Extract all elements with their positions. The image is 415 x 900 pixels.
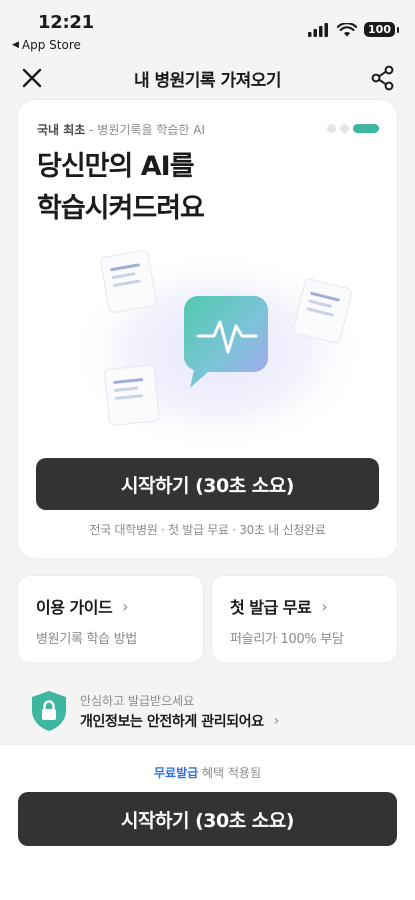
guide-title-text: 첫 발급 무료: [230, 598, 312, 617]
guide-title: 이용 가이드 ›: [36, 594, 129, 618]
privacy-title-text: 개인정보는 안전하게 관리되어요: [80, 714, 264, 730]
document-icon: [100, 249, 157, 313]
top-nav-bar: 내 병원기록 가져오기: [0, 56, 415, 100]
headline-line-2: 학습시켜드려요: [37, 193, 205, 224]
battery-indicator: 100: [364, 22, 399, 37]
share-icon[interactable]: [369, 64, 397, 92]
benefit-highlight: 무료발급: [153, 766, 199, 780]
benefit-text: 혜택 적용됨: [198, 766, 261, 780]
back-to-app-store[interactable]: ◀ App Store: [12, 38, 81, 52]
guide-card-free[interactable]: 첫 발급 무료 › 퍼슬리가 100% 부담: [212, 576, 397, 662]
shield-lock-icon: [32, 691, 66, 731]
pager-dot[interactable]: [340, 124, 349, 133]
card-subnote: 전국 대학병원 · 첫 발급 무료 · 30초 내 신청완료: [89, 523, 326, 537]
wifi-icon: [337, 22, 358, 36]
eyebrow-badge: 국내 최초: [37, 123, 86, 137]
back-triangle-icon: ◀: [12, 40, 19, 50]
promo-card: 국내 최초 - 병원기록을 학습한 AI 당신만의 AI를 학습시켜드려요 시작…: [18, 100, 397, 558]
start-button[interactable]: 시작하기 (30초 소요): [36, 458, 379, 510]
privacy-title: 개인정보는 안전하게 관리되어요 ›: [80, 711, 279, 731]
bottom-cta-bar: 무료발급 혜택 적용됨 시작하기 (30초 소요): [0, 744, 415, 900]
privacy-caption: 안심하고 발급받으세요: [80, 694, 195, 708]
carousel-pager[interactable]: [327, 124, 379, 133]
start-button-bottom[interactable]: 시작하기 (30초 소요): [18, 792, 397, 846]
clock: 12:21: [38, 12, 94, 33]
benefit-note: 무료발급 혜택 적용됨: [0, 764, 415, 781]
chevron-right-icon: ›: [273, 713, 280, 729]
status-bar: 12:21 ◀ App Store 100: [0, 0, 415, 56]
hero-illustration: [68, 246, 368, 450]
guide-title: 첫 발급 무료 ›: [230, 594, 328, 618]
guide-subtitle: 병원기록 학습 방법: [36, 632, 137, 647]
back-app-label: App Store: [21, 38, 81, 52]
guide-card-usage[interactable]: 이용 가이드 › 병원기록 학습 방법: [18, 576, 203, 662]
cellular-signal-icon: [308, 22, 329, 37]
guide-subtitle: 퍼슬리가 100% 부담: [230, 632, 344, 647]
card-eyebrow: 국내 최초 - 병원기록을 학습한 AI: [37, 121, 205, 138]
eyebrow-text: - 병원기록을 학습한 AI: [85, 123, 206, 137]
page-title: 내 병원기록 가져오기: [133, 71, 282, 91]
document-icon: [103, 364, 160, 426]
card-headline: 당신만의 AI를 학습시켜드려요: [37, 146, 205, 230]
pager-dot[interactable]: [327, 124, 336, 133]
pager-dot-active[interactable]: [353, 124, 379, 133]
system-icons: 100: [308, 22, 399, 37]
chevron-right-icon: ›: [122, 596, 129, 616]
guide-title-text: 이용 가이드: [36, 598, 113, 617]
chevron-right-icon: ›: [321, 596, 328, 616]
privacy-notice[interactable]: 안심하고 발급받으세요 개인정보는 안전하게 관리되어요 ›: [30, 688, 390, 736]
headline-line-1: 당신만의 AI를: [37, 151, 195, 182]
